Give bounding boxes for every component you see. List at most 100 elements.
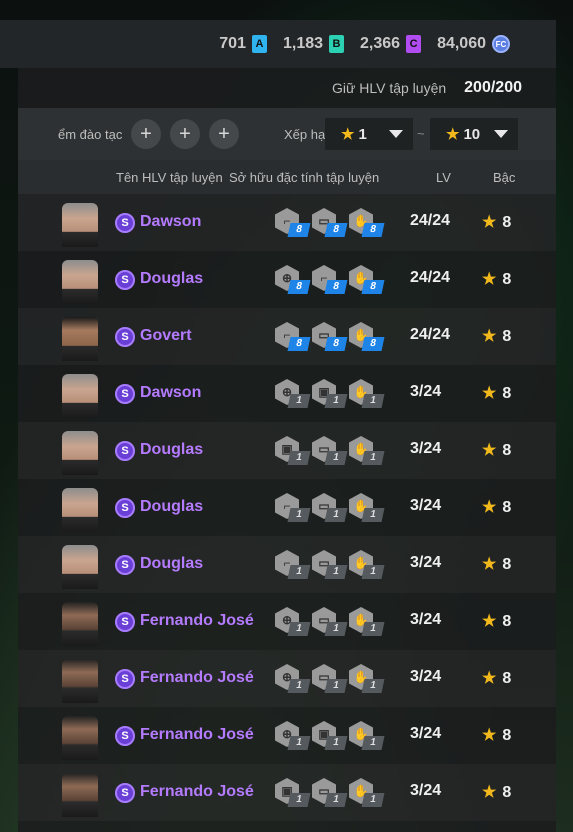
coach-name: Douglas <box>140 498 204 515</box>
trait-level: 8 <box>324 337 348 351</box>
star-icon: ★ <box>482 442 497 459</box>
coach-row[interactable]: S Douglas ▣ 1 ▭ 1 ✋ 1 3/24 ★ 8 <box>18 422 556 479</box>
rank-s-badge: S <box>115 270 135 290</box>
coach-row[interactable]: S Fernando José ⊕ 1 ▭ 1 ✋ 1 3/24 ★ 8 <box>18 650 556 707</box>
coach-row[interactable]: S Fernando José ⊕ 1 ▣ 1 ✋ 1 3/24 ★ 8 <box>18 707 556 764</box>
coach-grade-value: 8 <box>502 499 512 516</box>
trait-badge: ✋ 1 <box>349 493 385 523</box>
rank-from-select[interactable]: ★ 1 <box>325 118 413 150</box>
trait-level: 1 <box>361 793 385 807</box>
star-icon: ★ <box>482 727 497 744</box>
column-traits[interactable]: Sở hữu đặc tính tập luyện <box>229 170 379 185</box>
add-filter-button-1[interactable]: + <box>131 119 161 149</box>
rank-s-badge: S <box>115 669 135 689</box>
trait-badge: ✋ 1 <box>349 607 385 637</box>
trait-level: 1 <box>324 451 348 465</box>
coach-row[interactable]: S Douglas ⌐ 1 ▭ 1 ✋ 1 3/24 ★ 8 <box>18 536 556 593</box>
trait-level: 1 <box>324 508 348 522</box>
currency-bar: 701 A 1,183 B 2,366 C 84,060 FC <box>0 20 556 68</box>
column-name[interactable]: Tên HLV tập luyện <box>116 170 223 185</box>
fc-coin-icon: FC <box>492 35 510 53</box>
holding-row: Giữ HLV tập luyện 200/200 <box>18 68 556 108</box>
star-icon: ★ <box>482 784 497 801</box>
add-filter-button-3[interactable]: + <box>209 119 239 149</box>
column-lv[interactable]: LV <box>436 170 451 185</box>
coach-name: Douglas <box>140 441 204 458</box>
currency-a-value: 701 <box>219 35 246 52</box>
rank-s-badge: S <box>115 612 135 632</box>
trait-badge: ▭ 1 <box>312 493 348 523</box>
coach-row[interactable]: S Douglas ⌐ 1 ▭ 1 ✋ 1 3/24 ★ 8 <box>18 479 556 536</box>
coach-row[interactable]: S Govert ⌐ 8 ▭ 8 ✋ 8 24/24 ★ 8 <box>18 308 556 365</box>
currency-b-value: 1,183 <box>282 35 324 52</box>
coach-grade: ★ 8 <box>482 611 511 631</box>
coach-row[interactable]: S Fernando José ▣ 1 ▭ 1 ✋ 1 3/24 ★ 8 <box>18 764 556 821</box>
rank-s-badge: S <box>115 384 135 404</box>
rank-s-badge: S <box>115 783 135 803</box>
coach-avatar <box>62 545 98 589</box>
trait-badge: ⊕ 1 <box>275 379 311 409</box>
trait-badge: ▭ 8 <box>312 208 348 238</box>
trait-level: 8 <box>324 223 348 237</box>
coach-grade: ★ 8 <box>482 212 511 232</box>
star-icon: ★ <box>482 271 497 288</box>
trait-badge: ✋ 1 <box>349 778 385 808</box>
coach-lv: 24/24 <box>410 212 451 229</box>
trait-badge: ▭ 1 <box>312 778 348 808</box>
rank-s-badge: S <box>115 213 135 233</box>
rank-to-select[interactable]: ★ 10 <box>430 118 518 150</box>
coach-avatar <box>62 203 98 247</box>
trait-level: 8 <box>361 337 385 351</box>
trait-level: 1 <box>361 508 385 522</box>
trait-level: 8 <box>287 223 311 237</box>
coach-lv: 3/24 <box>410 782 442 799</box>
coach-lv: 3/24 <box>410 383 442 400</box>
coach-grade: ★ 8 <box>482 782 511 802</box>
trait-level: 1 <box>287 394 311 408</box>
coach-name: Douglas <box>140 270 204 287</box>
currency-a-icon: A <box>251 35 267 53</box>
trait-badge: ⌐ 1 <box>275 550 311 580</box>
coach-row[interactable]: S Dawson ⌐ 8 ▭ 8 ✋ 8 24/24 ★ 8 <box>18 194 556 251</box>
coach-row[interactable]: S Dawson ⊕ 1 ▣ 1 ✋ 1 3/24 ★ 8 <box>18 365 556 422</box>
coach-list: S Dawson ⌐ 8 ▭ 8 ✋ 8 24/24 ★ 8 S Douglas ⊕ 8 … <box>18 194 556 821</box>
trait-badge: ✋ 1 <box>349 436 385 466</box>
rank-s-badge: S <box>115 555 135 575</box>
star-icon: ★ <box>341 126 355 143</box>
trait-level: 1 <box>324 679 348 693</box>
coach-name: Fernando José <box>140 669 254 686</box>
trait-badge: ▭ 1 <box>312 607 348 637</box>
currency-fc-value: 84,060 <box>437 35 486 52</box>
trait-level: 1 <box>287 451 311 465</box>
trait-level: 1 <box>324 736 348 750</box>
star-icon: ★ <box>482 385 497 402</box>
coach-grade-value: 8 <box>502 670 512 687</box>
coach-name: Govert <box>140 327 192 344</box>
trait-level: 1 <box>324 622 348 636</box>
currency-b-icon: B <box>329 35 345 53</box>
currency-fc: 84,060 FC <box>437 35 510 53</box>
trait-badge: ✋ 8 <box>349 265 385 295</box>
coach-lv: 3/24 <box>410 497 442 514</box>
column-grade[interactable]: Bậc <box>493 170 515 185</box>
coach-row[interactable]: S Douglas ⊕ 8 ⌐ 8 ✋ 8 24/24 ★ 8 <box>18 251 556 308</box>
coach-grade-value: 8 <box>502 442 512 459</box>
star-icon: ★ <box>446 126 460 143</box>
coach-lv: 24/24 <box>410 326 451 343</box>
coach-avatar <box>62 374 98 418</box>
trait-level: 1 <box>287 736 311 750</box>
trait-badge: ▣ 1 <box>275 778 311 808</box>
add-filter-button-2[interactable]: + <box>170 119 200 149</box>
trait-badge: ✋ 8 <box>349 208 385 238</box>
trait-level: 8 <box>287 280 311 294</box>
coach-grade: ★ 8 <box>482 554 511 574</box>
coach-grade: ★ 8 <box>482 269 511 289</box>
trait-badge: ⌐ 8 <box>275 208 311 238</box>
coach-grade-value: 8 <box>502 784 512 801</box>
trait-level: 1 <box>287 679 311 693</box>
coach-grade: ★ 8 <box>482 440 511 460</box>
coach-row[interactable]: S Fernando José ⊕ 1 ▭ 1 ✋ 1 3/24 ★ 8 <box>18 593 556 650</box>
coach-avatar <box>62 488 98 532</box>
trait-level: 1 <box>361 622 385 636</box>
coach-grade-value: 8 <box>502 613 512 630</box>
